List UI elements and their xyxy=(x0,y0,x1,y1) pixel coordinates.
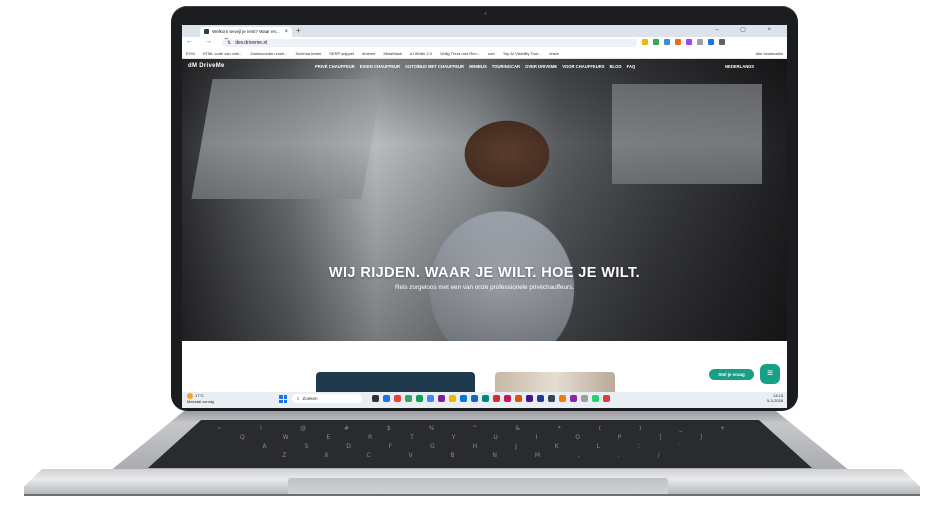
extension-icon[interactable] xyxy=(675,39,681,45)
app-icon[interactable] xyxy=(383,395,390,402)
laptop-screen: Welkom terwijl je reist? Waar en... × + … xyxy=(182,25,787,408)
menu-item[interactable]: TOURINGCAR xyxy=(492,64,520,69)
menu-item[interactable]: AUTO/BUS MET CHAUFFEUR xyxy=(405,64,464,69)
date: 5-3-2026 xyxy=(766,398,783,403)
bookmark-item[interactable]: dmeme xyxy=(362,49,375,58)
content-section xyxy=(182,341,787,392)
app-icon[interactable] xyxy=(427,395,434,402)
app-icon[interactable] xyxy=(493,395,500,402)
hero-overlay xyxy=(182,59,787,341)
key-row: Z X C V B N M , . / xyxy=(282,452,678,459)
app-icon[interactable] xyxy=(515,395,522,402)
app-icon[interactable] xyxy=(559,395,566,402)
window-controls[interactable]: – ▢ × xyxy=(715,26,781,33)
hero-image xyxy=(182,59,787,341)
site-favicon-icon xyxy=(204,29,209,34)
bookmark-item[interactable]: Veilig Thuis met Ren... xyxy=(440,49,480,58)
laptop-bottom-edge xyxy=(24,494,920,496)
bookmarks-bar: EYM HTML code van vink... Zoekwoorden zo… xyxy=(182,49,787,59)
site-main-menu: PRIVÉ CHAUFFEUR EIGEN CHAUFFEUR AUTO/BUS… xyxy=(315,64,635,69)
app-icon[interactable] xyxy=(581,395,588,402)
extension-icon[interactable] xyxy=(697,39,703,45)
site-logo[interactable]: dM DriveMe xyxy=(188,63,225,69)
browser-tab[interactable]: Welkom terwijl je reist? Waar en... × xyxy=(200,27,292,37)
weather-text: Meestal zonnig xyxy=(187,399,214,404)
language-selector[interactable]: NEDERLANDS xyxy=(725,64,754,69)
bookmark-item[interactable]: MetaMask xyxy=(383,49,401,58)
app-icon[interactable] xyxy=(416,395,423,402)
key-row: Q W E R T Y U I O P [ ] xyxy=(239,434,721,441)
menu-item[interactable]: FAQ xyxy=(627,64,636,69)
extension-icon[interactable] xyxy=(653,39,659,45)
app-icon[interactable] xyxy=(471,395,478,402)
bookmark-item[interactable]: EYM xyxy=(186,49,195,58)
tab-title: Welkom terwijl je reist? Waar en... xyxy=(212,29,280,34)
temperature: 17°C xyxy=(195,393,204,398)
taskbar-search[interactable]: ⌕ Zoeken xyxy=(292,394,362,403)
extension-icon[interactable] xyxy=(686,39,692,45)
service-card[interactable] xyxy=(316,372,475,392)
webcam-icon xyxy=(484,12,487,15)
app-icon[interactable] xyxy=(438,395,445,402)
tab-close-icon[interactable]: × xyxy=(284,27,288,37)
app-icon[interactable] xyxy=(548,395,555,402)
app-icon[interactable] xyxy=(537,395,544,402)
key-row: ~ ! @ # $ % ^ & * ( ) _ + xyxy=(216,425,744,432)
taskbar-apps xyxy=(372,395,610,402)
ask-question-button[interactable]: Stel je vraag xyxy=(709,369,754,380)
app-icon[interactable] xyxy=(372,395,379,402)
menu-item[interactable]: BLOG xyxy=(610,64,622,69)
app-icon[interactable] xyxy=(504,395,511,402)
app-icon[interactable] xyxy=(603,395,610,402)
bookmark-item[interactable]: Zoekwoorden zoek... xyxy=(250,49,287,58)
hero-subheadline: Reis zorgeloos met een van onze professi… xyxy=(394,284,575,291)
app-icon[interactable] xyxy=(526,395,533,402)
app-icon[interactable] xyxy=(460,395,467,402)
site-info-icon[interactable]: ⇅ xyxy=(227,39,231,47)
app-icon[interactable] xyxy=(394,395,401,402)
menu-item[interactable]: OVER DRIVEME xyxy=(525,64,557,69)
bookmark-item[interactable]: cwv xyxy=(488,49,495,58)
search-icon: ⌕ xyxy=(297,396,300,401)
weather-widget[interactable]: 17°C Meestal zonnig xyxy=(187,393,214,404)
key-row: A S D F G H J K L ; ' xyxy=(262,443,698,450)
menu-item[interactable]: EIGEN CHAUFFEUR xyxy=(360,64,400,69)
bookmark-item[interactable]: Schema tester xyxy=(295,49,321,58)
bookmark-item[interactable]: dnwe xyxy=(549,49,559,58)
extension-icons xyxy=(642,39,725,47)
menu-item[interactable]: PRIVÉ CHAUFFEUR xyxy=(315,64,355,69)
app-icon[interactable] xyxy=(482,395,489,402)
app-icon[interactable] xyxy=(570,395,577,402)
bookmark-item[interactable]: AI Writer 2.0 xyxy=(410,49,432,58)
menu-item[interactable]: VOOR CHAUFFEURS xyxy=(562,64,604,69)
new-tab-button[interactable]: + xyxy=(296,26,301,35)
app-icon[interactable] xyxy=(592,395,599,402)
service-card-image[interactable] xyxy=(495,372,615,392)
profile-icon[interactable] xyxy=(719,39,725,45)
address-bar[interactable]: ⇅ dev.driveme.nl xyxy=(222,39,637,47)
extension-icon[interactable] xyxy=(708,39,714,45)
folder-icon[interactable] xyxy=(449,395,456,402)
extension-icon[interactable] xyxy=(664,39,670,45)
bookmark-item[interactable]: Top AI Visibility Tool... xyxy=(503,49,541,58)
hero-headline: WIJ RIJDEN. WAAR JE WILT. HOE JE WILT. xyxy=(328,265,641,281)
bookmark-item[interactable]: HTML code van vink... xyxy=(203,49,243,58)
app-icon[interactable] xyxy=(405,395,412,402)
chat-menu-icon[interactable]: ≡ xyxy=(760,364,780,384)
keyboard: ~ ! @ # $ % ^ & * ( ) _ + Q W E R T Y U … xyxy=(148,420,812,468)
taskbar-clock[interactable]: 13:13 5-3-2026 xyxy=(767,393,783,403)
all-bookmarks-link[interactable]: Alle bookmarks xyxy=(756,49,783,58)
bookmark-item[interactable]: SERP snippet xyxy=(329,49,354,58)
extension-icon[interactable] xyxy=(642,39,648,45)
menu-item[interactable]: MINIBUS xyxy=(469,64,487,69)
search-placeholder: Zoeken xyxy=(302,396,318,401)
windows-start-icon[interactable] xyxy=(279,395,287,403)
url-text: dev.driveme.nl xyxy=(235,40,268,46)
